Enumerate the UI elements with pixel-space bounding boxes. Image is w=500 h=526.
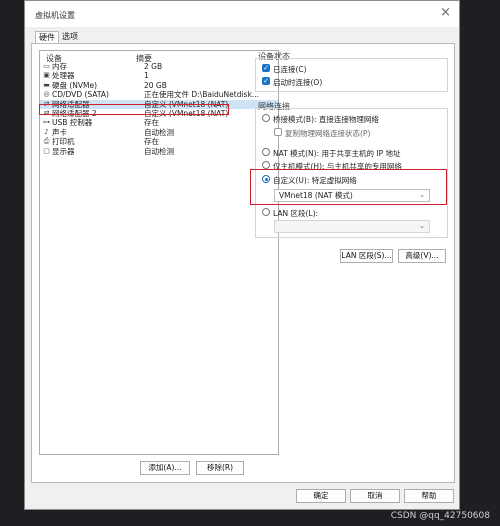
advanced-button[interactable]: 高级(V)... [398,249,446,263]
chevron-down-icon: ⌄ [419,191,425,199]
host-only-radio[interactable] [262,161,270,169]
cpu-icon: ▣ [43,71,50,80]
bridged-radio[interactable] [262,114,270,122]
device-row[interactable]: ▬ 硬盘 (NVMe) 20 GB [40,81,278,91]
display-icon: ▢ [43,146,50,155]
window-title: 虚拟机设置 [35,11,75,20]
close-icon[interactable]: × [440,6,451,20]
cancel-button[interactable]: 取消 [350,489,400,503]
custom-network-value: VMnet18 (NAT 模式) [279,191,353,200]
connect-at-power-on-checkbox[interactable]: ✓ [262,77,270,85]
device-row[interactable]: ♪ 声卡 自动检测 [40,128,278,138]
device-name: USB 控制器 [52,118,93,128]
lan-segment-select[interactable]: ⌄ [274,220,430,233]
device-name: CD/DVD (SATA) [52,90,109,100]
printer-icon: ⎙ [43,137,50,146]
device-name: 打印机 [52,137,75,147]
highlight-network-adapter [39,104,229,115]
disk-icon: ▬ [43,80,50,89]
lan-segment-label: LAN 区段(L): [273,209,319,218]
memory-icon: ▭ [43,62,50,70]
device-row[interactable]: ▭ 内存 2 GB [40,62,278,72]
device-name: 硬盘 (NVMe) [52,80,98,90]
replicate-state-label: 复制物理网络连接状态(P) [285,129,371,138]
custom-label: 自定义(U): 特定虚拟网络 [273,176,357,185]
tab-options[interactable]: 选项 [59,31,81,43]
device-row[interactable]: ▣ 处理器 1 [40,71,278,81]
watermark: CSDN @qq_42750608 [390,511,490,521]
chevron-down-icon: ⌄ [419,222,425,230]
usb-icon: ⊶ [43,118,50,127]
cd-icon: ◎ [43,90,50,99]
device-row[interactable]: ⎙ 打印机 存在 [40,137,278,147]
device-row[interactable]: ⊶ USB 控制器 存在 [40,118,278,128]
device-row[interactable]: ◎ CD/DVD (SATA) 正在使用文件 D:\BaiduNetdisk... [40,90,278,100]
device-name: 处理器 [52,71,75,81]
lan-segment-radio[interactable] [262,208,270,216]
connect-at-power-on-label: 启动时连接(O) [273,78,323,87]
custom-radio[interactable] [262,175,270,183]
device-name: 声卡 [52,127,67,137]
custom-network-select[interactable]: VMnet18 (NAT 模式) ⌄ [274,189,430,202]
connected-checkbox[interactable]: ✓ [262,64,270,72]
connected-label: 已连接(C) [273,65,307,74]
nat-radio[interactable] [262,148,270,156]
sound-icon: ♪ [44,127,49,136]
remove-device-button[interactable]: 移除(R) [196,461,244,475]
bridged-label: 桥接模式(B): 直接连接物理网络 [273,115,379,124]
replicate-state-checkbox[interactable] [274,128,282,136]
add-device-button[interactable]: 添加(A)... [140,461,190,475]
title-bar[interactable]: 虚拟机设置 × [25,1,459,27]
lan-segments-button[interactable]: LAN 区段(S)... [340,249,393,263]
help-button[interactable]: 帮助 [404,489,454,503]
ok-button[interactable]: 确定 [296,489,346,503]
device-row[interactable]: ▢ 显示器 自动检测 [40,147,278,157]
device-name: 显示器 [52,146,75,156]
nat-label: NAT 模式(N): 用于共享主机的 IP 地址 [273,149,401,158]
